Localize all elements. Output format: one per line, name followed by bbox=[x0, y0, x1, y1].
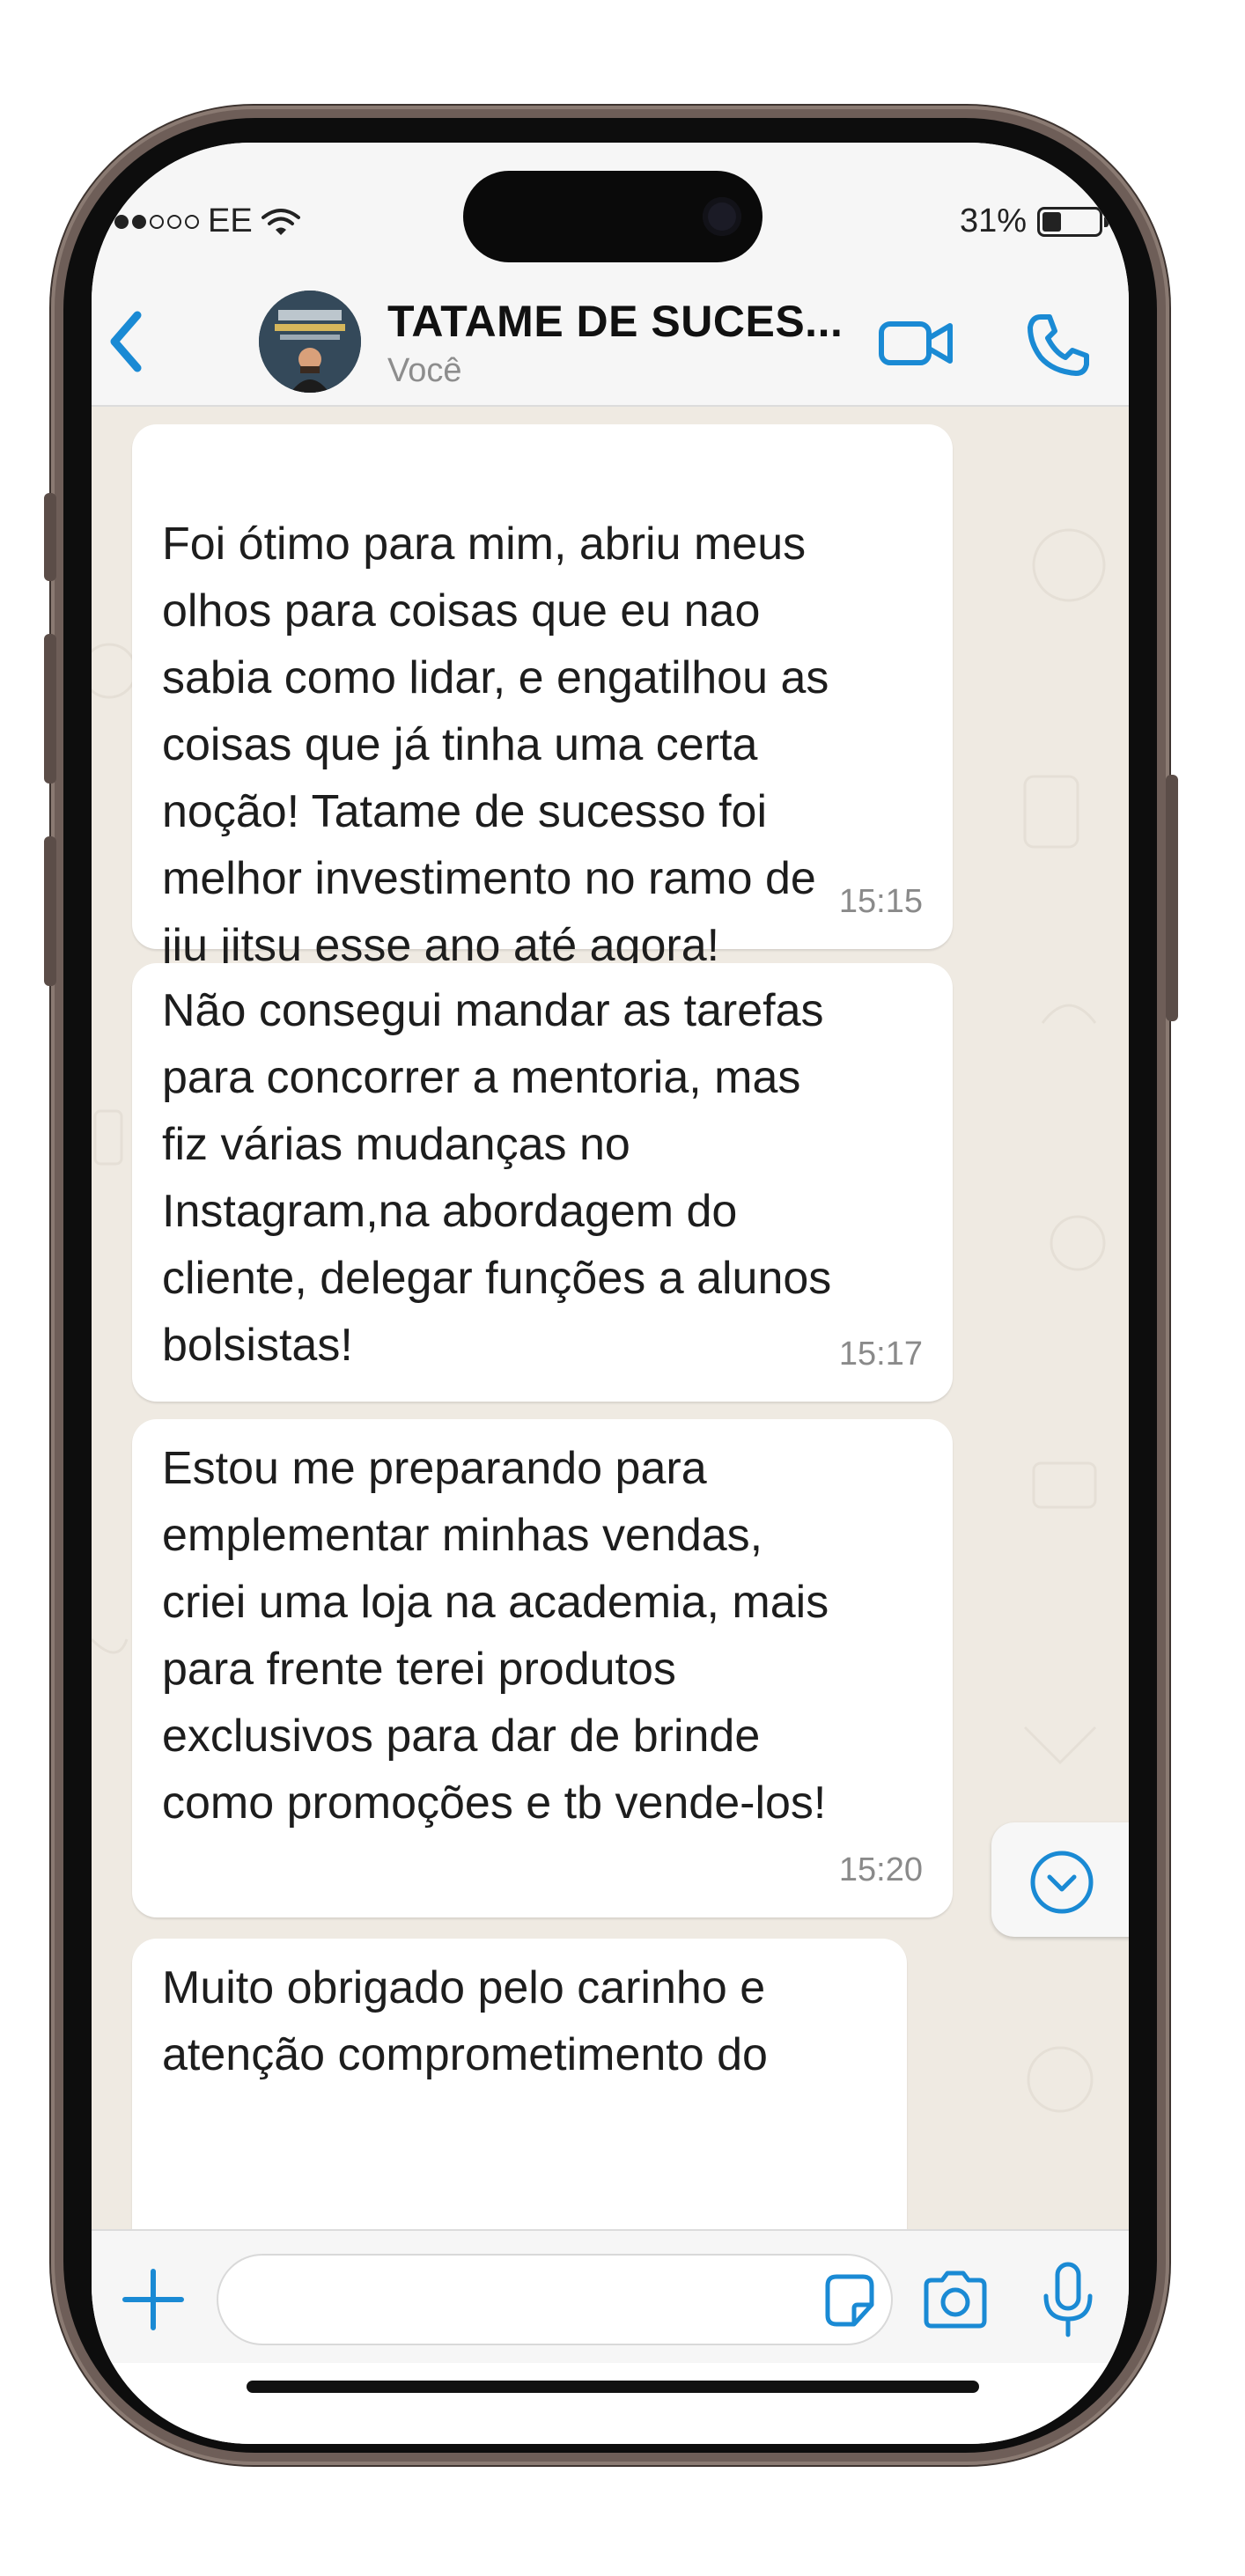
message-composer bbox=[92, 2229, 1129, 2363]
battery-percent: 31% bbox=[959, 202, 1027, 239]
avatar-image bbox=[259, 291, 361, 393]
microphone-icon[interactable] bbox=[1037, 2261, 1099, 2340]
message-bubble-2[interactable]: Não consegui mandar as tarefas para conc… bbox=[132, 963, 953, 1402]
chat-title[interactable]: TATAME DE SUCES... bbox=[387, 296, 843, 347]
chat-area[interactable]: Foi ótimo para mim, abriu meus olhos par… bbox=[92, 407, 1129, 2229]
phone-icon[interactable] bbox=[1025, 312, 1092, 379]
side-button-silent bbox=[44, 493, 56, 581]
side-button-volume-down bbox=[44, 836, 56, 986]
dynamic-island bbox=[463, 171, 762, 262]
side-button-volume-up bbox=[44, 634, 56, 784]
wifi-icon bbox=[261, 208, 300, 235]
home-indicator-area bbox=[92, 2363, 1129, 2444]
message-time: 15:17 bbox=[838, 1336, 923, 1373]
carrier-name: EE bbox=[208, 202, 253, 239]
message-text: Não consegui mandar as tarefas para conc… bbox=[162, 985, 832, 1371]
message-time: 15:20 bbox=[838, 1851, 923, 1888]
scroll-to-bottom-button[interactable] bbox=[991, 1822, 1129, 1937]
avatar[interactable] bbox=[259, 291, 361, 393]
camera-icon[interactable] bbox=[919, 2264, 991, 2337]
message-bubble-3[interactable]: Estou me preparando para emplementar min… bbox=[132, 1419, 953, 1917]
message-time: 15:15 bbox=[838, 883, 923, 920]
phone-screen: EE 31% TATAME DE SUCES... Você Foi ótimo… bbox=[92, 143, 1129, 2444]
message-text: Foi ótimo para mim, abriu meus olhos par… bbox=[162, 519, 829, 971]
battery-icon bbox=[1037, 206, 1109, 237]
side-button-power bbox=[1166, 775, 1178, 1021]
carrier-signal: EE bbox=[114, 202, 300, 240]
message-bubble-1[interactable]: Foi ótimo para mim, abriu meus olhos par… bbox=[132, 424, 953, 971]
chevron-left-icon[interactable] bbox=[102, 306, 155, 377]
home-indicator[interactable] bbox=[247, 2381, 979, 2393]
chevron-down-circle-icon bbox=[1030, 1851, 1094, 1914]
chat-subtitle: Você bbox=[387, 352, 462, 389]
message-text: Muito obrigado pelo carinho e atenção co… bbox=[162, 1962, 768, 2080]
front-camera bbox=[703, 197, 741, 236]
video-camera-icon[interactable] bbox=[878, 315, 954, 372]
signal-strength-icon bbox=[114, 214, 199, 229]
message-input[interactable] bbox=[217, 2254, 893, 2345]
plus-icon[interactable] bbox=[120, 2266, 187, 2333]
message-bubble-4[interactable]: Muito obrigado pelo carinho e atenção co… bbox=[132, 1939, 907, 2229]
battery-status: 31% bbox=[959, 202, 1109, 240]
sticker-icon[interactable] bbox=[819, 2270, 880, 2331]
message-text: Estou me preparando para emplementar min… bbox=[162, 1443, 829, 1829]
chat-header: TATAME DE SUCES... Você bbox=[92, 275, 1129, 407]
